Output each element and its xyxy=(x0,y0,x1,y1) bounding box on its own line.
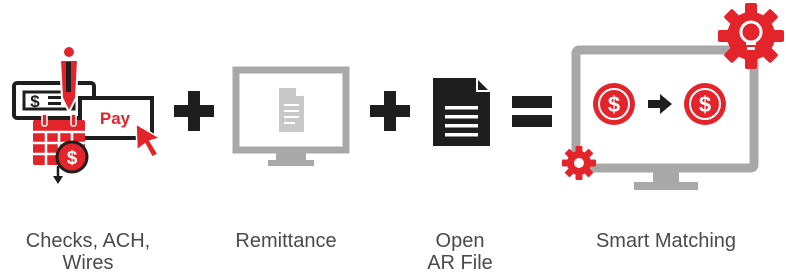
document-icon xyxy=(279,88,304,132)
remittance-monitor-icon xyxy=(232,66,350,166)
coin-icon: $ xyxy=(53,140,89,184)
remittance-label: Remittance xyxy=(206,230,366,252)
right-coin-symbol: $ xyxy=(699,92,711,117)
ar-file-document-icon xyxy=(433,78,490,146)
gear-icon xyxy=(562,146,596,180)
check-dollar-symbol: $ xyxy=(30,92,40,111)
smart-matching-monitor-icon: $ $ xyxy=(571,45,759,190)
gear-lightbulb-icon xyxy=(718,3,784,69)
smart-matching-label-text: Smart Matching xyxy=(595,230,737,252)
remittance-label-text: Remittance xyxy=(235,230,337,252)
payments-label-line1: Checks, ACH, xyxy=(25,230,151,252)
left-coin-symbol: $ xyxy=(608,92,620,117)
payments-label-line2: Wires xyxy=(62,252,114,274)
plus-operator-1 xyxy=(174,91,214,131)
ar-file-label-line2: AR File xyxy=(427,252,493,274)
plus-operator-2 xyxy=(370,91,410,131)
payments-icon-group: $ Pay $ xyxy=(12,47,162,184)
coin-dollar-symbol: $ xyxy=(67,148,78,169)
smart-matching-label: Smart Matching xyxy=(566,230,766,252)
pay-text: Pay xyxy=(100,109,131,128)
ar-file-label-line1: Open xyxy=(435,230,485,252)
equals-operator xyxy=(512,96,552,127)
ar-file-label: Open AR File xyxy=(400,230,520,274)
payments-label: Checks, ACH, Wires xyxy=(0,230,176,274)
